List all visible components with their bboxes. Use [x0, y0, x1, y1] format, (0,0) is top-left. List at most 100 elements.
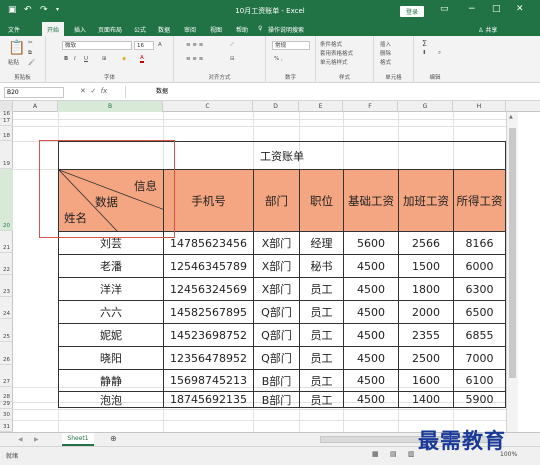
insert-cells-button[interactable]: 插入: [380, 40, 391, 48]
add-sheet-icon[interactable]: ⊕: [110, 434, 117, 443]
data-cell[interactable]: 4500: [343, 391, 399, 408]
column-header[interactable]: D: [253, 101, 299, 112]
font-size-select[interactable]: 16: [134, 41, 154, 50]
conditional-format-button[interactable]: 条件格式: [320, 40, 342, 48]
tab-home[interactable]: 开始: [42, 22, 65, 36]
data-cell[interactable]: 员工: [299, 323, 344, 347]
tab-page-layout[interactable]: 页面布局: [98, 25, 122, 34]
scroll-up-icon[interactable]: ▲: [509, 114, 513, 120]
align-top-icon[interactable]: ≡ ≡ ≡: [186, 42, 203, 48]
login-button[interactable]: 登录: [400, 6, 425, 17]
sheet-tab-sheet1[interactable]: Sheet1: [62, 433, 94, 446]
fill-icon[interactable]: ⬇: [422, 50, 427, 56]
data-cell[interactable]: 6300: [453, 277, 506, 301]
tab-insert[interactable]: 插入: [74, 25, 86, 34]
data-cell[interactable]: 5900: [453, 391, 506, 408]
data-cell[interactable]: 4500: [343, 369, 399, 392]
data-cell[interactable]: 14523698752: [163, 323, 254, 347]
prev-sheet-icon[interactable]: ◀: [18, 436, 23, 443]
row-header[interactable]: 27: [0, 365, 13, 387]
data-cell[interactable]: 4500: [343, 254, 399, 278]
scroll-thumb[interactable]: [509, 128, 516, 378]
name-cell[interactable]: 六六: [58, 300, 164, 324]
data-cell[interactable]: 员工: [299, 300, 344, 324]
paste-button[interactable]: 粘贴: [8, 58, 19, 66]
data-cell[interactable]: Q部门: [253, 346, 300, 370]
grow-font-icon[interactable]: A: [158, 42, 162, 48]
data-cell[interactable]: 2500: [398, 346, 454, 370]
data-cell[interactable]: 2566: [398, 231, 454, 255]
bold-button[interactable]: B: [64, 56, 68, 62]
name-cell[interactable]: 静静: [58, 369, 164, 392]
data-cell[interactable]: 6100: [453, 369, 506, 392]
next-sheet-icon[interactable]: ▶: [34, 436, 39, 443]
data-cell[interactable]: B部门: [253, 369, 300, 392]
data-cell[interactable]: 7000: [453, 346, 506, 370]
tab-view[interactable]: 视图: [210, 25, 222, 34]
data-cell[interactable]: 6500: [453, 300, 506, 324]
data-cell[interactable]: 员工: [299, 346, 344, 370]
data-cell[interactable]: 员工: [299, 369, 344, 392]
header-cell[interactable]: 部门: [253, 169, 300, 232]
data-cell[interactable]: 6000: [453, 254, 506, 278]
ribbon-display-icon[interactable]: ▭: [440, 4, 449, 14]
header-cell[interactable]: 所得工资: [453, 169, 506, 232]
name-cell[interactable]: 老潘: [58, 254, 164, 278]
data-cell[interactable]: 4500: [343, 323, 399, 347]
name-cell[interactable]: 洋洋: [58, 277, 164, 301]
column-header[interactable]: B: [58, 101, 163, 112]
row-header[interactable]: 31: [0, 420, 13, 432]
data-cell[interactable]: 员工: [299, 391, 344, 408]
cut-icon[interactable]: ✂: [28, 40, 33, 46]
page-break-view-icon[interactable]: ▥: [408, 450, 415, 458]
column-header[interactable]: C: [163, 101, 253, 112]
column-header[interactable]: G: [398, 101, 453, 112]
find-icon[interactable]: ⌕: [438, 50, 441, 57]
data-cell[interactable]: 1800: [398, 277, 454, 301]
row-header[interactable]: 20: [0, 169, 13, 231]
merge-center-icon[interactable]: ⊟: [230, 56, 235, 62]
row-header[interactable]: 18: [0, 126, 13, 141]
data-cell[interactable]: 18745692135: [163, 391, 254, 408]
vertical-scrollbar[interactable]: ▲: [506, 112, 518, 432]
data-cell[interactable]: 12456324569: [163, 277, 254, 301]
data-cell[interactable]: X部门: [253, 231, 300, 255]
column-header[interactable]: E: [299, 101, 343, 112]
data-cell[interactable]: Q部门: [253, 300, 300, 324]
fill-color-icon[interactable]: ◈: [122, 56, 126, 62]
data-cell[interactable]: 2355: [398, 323, 454, 347]
orientation-icon[interactable]: ⟋: [230, 42, 234, 49]
underline-button[interactable]: U: [84, 56, 88, 62]
cancel-icon[interactable]: ✕: [80, 87, 86, 95]
tab-review[interactable]: 审阅: [184, 25, 196, 34]
data-cell[interactable]: 12546345789: [163, 254, 254, 278]
row-header[interactable]: 22: [0, 253, 13, 275]
data-cell[interactable]: 1600: [398, 369, 454, 392]
name-cell[interactable]: 晓阳: [58, 346, 164, 370]
align-left-icon[interactable]: ≡ ≡ ≡: [186, 56, 203, 62]
row-header[interactable]: 23: [0, 275, 13, 297]
close-button[interactable]: ✕: [516, 4, 524, 14]
tab-help[interactable]: 帮助: [236, 25, 248, 34]
format-painter-icon[interactable]: 🖌: [28, 60, 35, 66]
font-name-select[interactable]: 微软: [62, 41, 132, 50]
name-box[interactable]: B20: [4, 87, 64, 98]
tab-formulas[interactable]: 公式: [134, 25, 146, 34]
borders-icon[interactable]: ⊞: [102, 56, 107, 62]
row-header[interactable]: 21: [0, 231, 13, 253]
page-layout-view-icon[interactable]: ▤: [390, 450, 397, 458]
row-header[interactable]: 26: [0, 342, 13, 365]
data-cell[interactable]: 秘书: [299, 254, 344, 278]
row-header[interactable]: 30: [0, 409, 13, 420]
data-cell[interactable]: Q部门: [253, 323, 300, 347]
cell-styles-button[interactable]: 单元格样式: [320, 58, 348, 66]
data-cell[interactable]: 4500: [343, 346, 399, 370]
row-header[interactable]: 19: [0, 141, 13, 169]
tell-me-search[interactable]: 操作说明搜索: [268, 25, 304, 34]
data-cell[interactable]: 4500: [343, 300, 399, 324]
paste-icon[interactable]: 📋: [8, 40, 25, 56]
italic-button[interactable]: I: [74, 56, 76, 62]
name-cell[interactable]: 泡泡: [58, 391, 164, 408]
share-button[interactable]: ♙ 共享: [478, 25, 497, 34]
enter-icon[interactable]: ✓: [90, 87, 96, 95]
